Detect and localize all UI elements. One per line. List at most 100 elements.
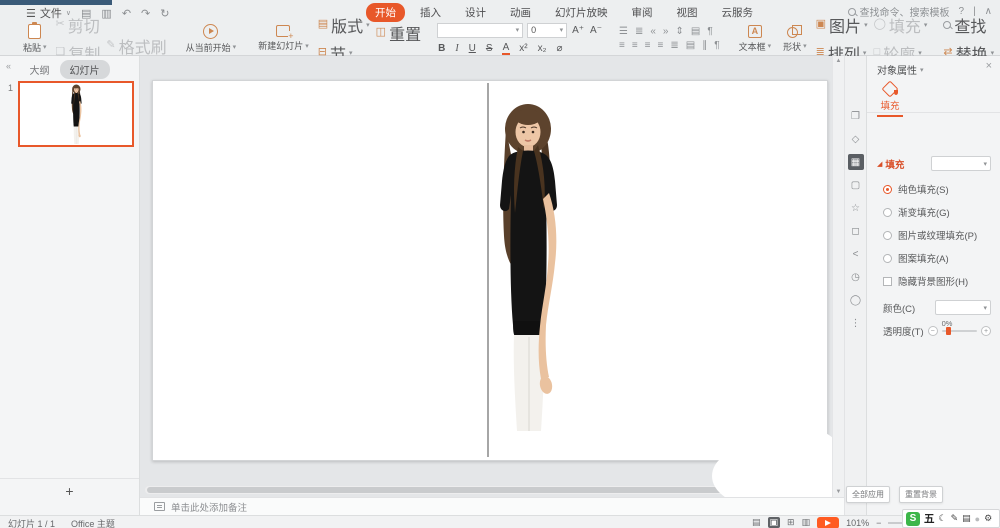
horizontal-scrollbar[interactable] — [145, 486, 825, 494]
notes-toggle-icon[interactable]: ▤ — [752, 517, 761, 528]
find-button[interactable]: 查找 — [943, 13, 994, 37]
rail-history-icon[interactable]: ◷ — [848, 269, 864, 285]
scroll-up-icon[interactable]: ▲ — [836, 58, 842, 64]
fill-preview-combo[interactable]: ▾ — [931, 156, 991, 171]
justify-button[interactable]: ≡ — [658, 40, 664, 51]
cut-button[interactable]: ✂ 剪切 — [56, 13, 101, 37]
tab-animation[interactable]: 动画 — [501, 3, 540, 22]
paragraph-dialog-button[interactable]: ¶ — [707, 26, 712, 37]
rail-shapes-icon[interactable]: ◇ — [848, 131, 864, 147]
slide-thumbnail[interactable] — [18, 81, 134, 147]
font-size-combo[interactable]: 0▾ — [527, 23, 567, 38]
keyboard-icon[interactable]: ▤ — [962, 513, 971, 524]
woman-photo[interactable] — [489, 101, 569, 431]
moon-mode-icon[interactable]: ☾ — [939, 513, 947, 524]
fill-section-title[interactable]: ◢填充 — [877, 157, 904, 171]
new-slide-button[interactable]: 新建幻灯片▾ — [255, 25, 312, 52]
numbering-button[interactable]: ≣ — [635, 26, 643, 37]
panel-title[interactable]: 对象属性 ▾ — [877, 62, 924, 77]
scroll-down-icon[interactable]: ▼ — [836, 489, 842, 495]
rail-properties-icon[interactable]: ❐ — [848, 108, 864, 124]
reset-button[interactable]: ◫ 重置 — [376, 21, 421, 45]
play-from-current-button[interactable]: 从当前开始▾ — [183, 24, 240, 54]
rail-share-icon[interactable]: < — [848, 246, 864, 262]
line-spacing-button[interactable]: ⇕ — [675, 26, 683, 37]
align-center-button[interactable]: ≡ — [632, 40, 638, 51]
apply-to-all-button[interactable]: 全部应用 — [846, 486, 890, 503]
paste-button[interactable]: 粘贴▾ — [20, 24, 50, 54]
hscroll-thumb[interactable] — [147, 487, 807, 493]
font-family-combo[interactable]: ▾ — [437, 23, 523, 38]
notes-bar[interactable]: 单击此处添加备注 — [140, 497, 866, 515]
increase-indent-button[interactable]: » — [663, 26, 669, 37]
format-painter-button[interactable]: ✎ 格式刷 — [106, 34, 166, 58]
undo-icon[interactable]: ↶ — [122, 7, 131, 20]
pen-input-icon[interactable]: ✎ — [951, 513, 959, 524]
hide-background-checkbox[interactable]: 隐藏背景图形(H) — [883, 274, 977, 288]
columns-button[interactable]: ▤ — [686, 40, 695, 51]
clear-format-button[interactable]: ⌀ — [555, 43, 563, 54]
align-left-button[interactable]: ≡ — [619, 40, 625, 51]
repeat-icon[interactable]: ↻ — [160, 7, 169, 20]
zoom-level[interactable]: 101% — [846, 518, 869, 528]
transparency-minus-button[interactable]: − — [928, 326, 938, 336]
textbox-button[interactable]: A 文本框▾ — [736, 25, 775, 53]
tab-outline[interactable]: 大纲 — [30, 62, 50, 77]
vertical-text-button[interactable]: ∥ — [702, 40, 707, 51]
theme-name[interactable]: Office 主题 — [71, 517, 115, 528]
tab-home[interactable]: 开始 — [366, 3, 405, 22]
tab-review[interactable]: 审阅 — [623, 3, 662, 22]
rail-apps-icon[interactable]: ⋮ — [848, 315, 864, 331]
fill-button[interactable]: ◯ 填充▾ — [874, 13, 928, 37]
rail-layout-icon[interactable]: ▢ — [848, 177, 864, 193]
tab-slideshow[interactable]: 幻灯片放映 — [546, 3, 617, 22]
color-picker-combo[interactable]: ▾ — [935, 300, 991, 315]
tab-design[interactable]: 设计 — [456, 3, 495, 22]
reset-background-button[interactable]: 重置背景 — [899, 486, 943, 503]
strikethrough-button[interactable]: S — [485, 43, 494, 54]
transparency-slider-handle[interactable] — [946, 327, 951, 335]
decrease-indent-button[interactable]: « — [650, 26, 656, 37]
paragraph-more-button[interactable]: ¶ — [714, 40, 719, 51]
decrease-font-button[interactable]: A⁻ — [589, 25, 603, 36]
option-picture-fill[interactable]: 图片或纹理填充(P) — [883, 228, 977, 242]
italic-button[interactable]: I — [454, 43, 459, 54]
option-solid-fill[interactable]: 纯色填充(S) — [883, 182, 977, 196]
rail-favorites-icon[interactable]: ☆ — [848, 200, 864, 216]
normal-view-icon[interactable]: ▣ — [768, 517, 781, 528]
tab-view[interactable]: 视图 — [668, 3, 707, 22]
zoom-out-button[interactable]: − — [876, 518, 881, 528]
tab-insert[interactable]: 插入 — [411, 3, 450, 22]
sogou-logo-icon[interactable]: S — [906, 512, 920, 526]
layout-button[interactable]: ▤ 版式▾ — [318, 13, 370, 37]
bullets-button[interactable]: ☰ — [619, 26, 628, 37]
account-icon[interactable]: ● — [975, 514, 980, 524]
subscript-button[interactable]: x₂ — [537, 43, 548, 54]
slide-editor-canvas[interactable] — [140, 56, 832, 497]
text-direction-button[interactable]: ▤ — [691, 26, 700, 37]
bold-button[interactable]: B — [437, 43, 446, 54]
transparency-plus-button[interactable]: + — [981, 326, 991, 336]
option-pattern-fill[interactable]: 图案填充(A) — [883, 251, 977, 265]
align-right-button[interactable]: ≡ — [645, 40, 651, 51]
slide[interactable] — [152, 80, 828, 461]
rail-object-fill-icon[interactable]: ▦ — [848, 154, 864, 170]
add-slide-button[interactable]: + — [0, 478, 139, 502]
rail-comment-icon[interactable]: ◻ — [848, 223, 864, 239]
slide-sorter-icon[interactable]: ⊞ — [787, 517, 795, 528]
distribute-button[interactable]: ≣ — [670, 40, 678, 51]
tab-cloud[interactable]: 云服务 — [713, 3, 763, 22]
wubi-mode-icon[interactable]: 五 — [924, 511, 935, 526]
toolbox-icon[interactable]: ⚙ — [984, 513, 992, 524]
option-gradient-fill[interactable]: 渐变填充(G) — [883, 205, 977, 219]
shapes-button[interactable]: 形状▾ — [780, 25, 810, 53]
slideshow-play-button[interactable] — [817, 517, 839, 528]
panel-close-icon[interactable]: × — [986, 60, 992, 72]
increase-font-button[interactable]: A⁺ — [571, 25, 585, 36]
tab-slides[interactable]: 幻灯片 — [60, 60, 110, 79]
superscript-button[interactable]: x² — [518, 43, 528, 54]
picture-button[interactable]: ▣ 图片▾ — [816, 13, 868, 37]
print-icon[interactable]: ▥ — [101, 7, 111, 20]
reading-view-icon[interactable]: ▥ — [802, 517, 811, 528]
redo-icon[interactable]: ↷ — [141, 7, 150, 20]
